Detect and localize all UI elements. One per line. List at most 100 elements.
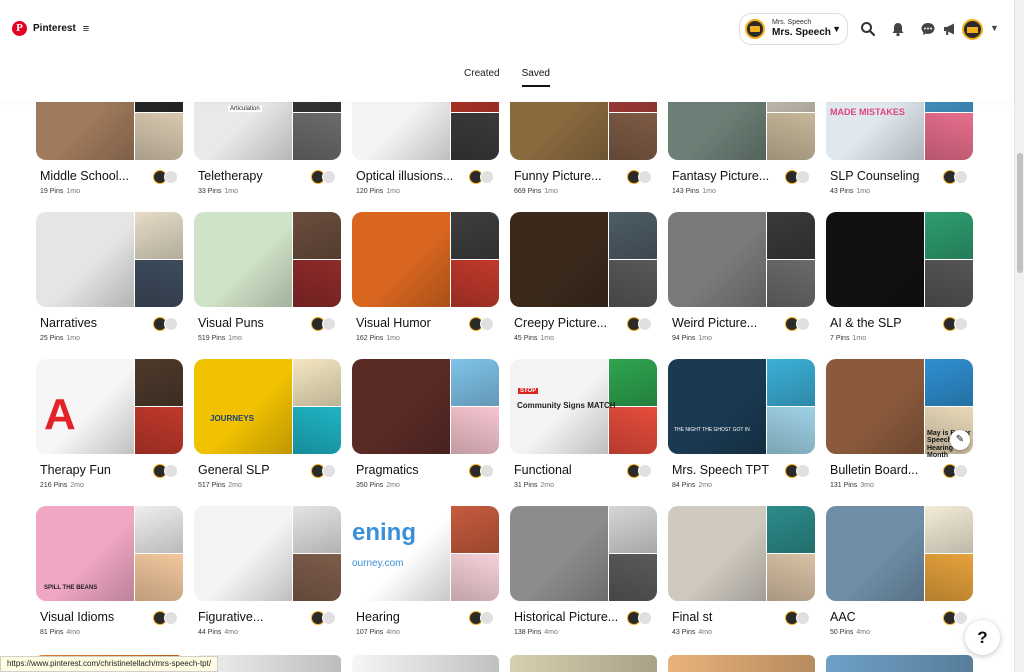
board-title[interactable]: Funny Picture... <box>514 169 632 183</box>
board-title[interactable]: Fantasy Picture... <box>672 169 790 183</box>
board-meta: 519 Pins 1mo <box>198 335 242 342</box>
board-title[interactable]: Functional <box>514 463 632 477</box>
board-cover[interactable] <box>668 359 815 454</box>
board-title[interactable]: Creepy Picture... <box>514 316 632 330</box>
collaborator-avatars <box>469 170 497 184</box>
user-avatar[interactable] <box>962 19 983 40</box>
collaborator-avatars <box>153 170 181 184</box>
cover-image-top <box>609 506 657 553</box>
board-meta: 25 Pins 1mo <box>40 335 80 342</box>
board-card[interactable]: Historical Picture... 138 Pins 4mo <box>510 506 657 636</box>
tab-created[interactable]: Created <box>464 68 500 87</box>
pin-count: 216 Pins <box>40 482 68 489</box>
board-cover[interactable] <box>826 212 973 307</box>
cover-image-main <box>194 212 292 307</box>
board-cover-peek[interactable] <box>352 655 499 672</box>
board-meta: 669 Pins 1mo <box>514 188 558 195</box>
pin-count: 31 Pins <box>514 482 538 489</box>
board-card[interactable]: General SLP 517 Pins 2mo <box>194 359 341 489</box>
pin-count: 94 Pins <box>672 335 696 342</box>
megaphone-icon[interactable] <box>941 20 959 38</box>
cover-image-bottom <box>135 113 183 160</box>
cover-image-top <box>609 212 657 259</box>
board-title[interactable]: Teletherapy <box>198 169 316 183</box>
board-title[interactable]: AAC <box>830 610 948 624</box>
board-cover[interactable] <box>352 212 499 307</box>
board-card[interactable]: Final st 43 Pins 4mo <box>668 506 815 636</box>
last-updated: 1mo <box>544 188 558 195</box>
collaborator-avatars <box>943 170 971 184</box>
collaborator-avatars <box>785 170 813 184</box>
board-cover[interactable] <box>194 212 341 307</box>
board-title[interactable]: Middle School... <box>40 169 158 183</box>
scrollbar[interactable] <box>1014 0 1024 672</box>
board-title[interactable]: Narratives <box>40 316 158 330</box>
board-title[interactable]: Visual Idioms <box>40 610 158 624</box>
messages-icon[interactable] <box>919 20 937 38</box>
tab-saved[interactable]: Saved <box>521 68 550 87</box>
cover-image-top <box>451 506 499 553</box>
board-title[interactable]: General SLP <box>198 463 316 477</box>
board-card[interactable]: AAC 50 Pins 4mo <box>826 506 973 636</box>
last-updated: 2mo <box>698 482 712 489</box>
cover-image-main <box>352 359 450 454</box>
board-card[interactable]: Creepy Picture... 45 Pins 1mo <box>510 212 657 342</box>
board-card[interactable]: Mrs. Speech TPT 84 Pins 2mo <box>668 359 815 489</box>
pencil-icon[interactable]: ✎ <box>950 430 970 450</box>
board-title[interactable]: Mrs. Speech TPT <box>672 463 790 477</box>
board-cover[interactable] <box>826 506 973 601</box>
board-card[interactable]: Pragmatics 350 Pins 2mo <box>352 359 499 489</box>
board-title[interactable]: Visual Humor <box>356 316 474 330</box>
board-cover-peek[interactable] <box>826 655 973 672</box>
board-title[interactable]: Pragmatics <box>356 463 474 477</box>
scrollbar-thumb[interactable] <box>1017 153 1023 273</box>
board-cover[interactable] <box>668 506 815 601</box>
board-title[interactable]: Weird Picture... <box>672 316 790 330</box>
cover-image-bottom <box>451 260 499 307</box>
board-cover-peek[interactable] <box>510 655 657 672</box>
board-title[interactable]: SLP Counseling <box>830 169 948 183</box>
board-title[interactable]: Figurative... <box>198 610 316 624</box>
cover-text: ening <box>352 519 416 546</box>
board-card[interactable]: Narratives 25 Pins 1mo <box>36 212 183 342</box>
board-cover[interactable] <box>510 506 657 601</box>
cover-image-main <box>510 212 608 307</box>
cover-image-main <box>510 506 608 601</box>
brand[interactable]: P Pinterest ≡ <box>12 21 89 36</box>
board-title[interactable]: AI & the SLP <box>830 316 948 330</box>
board-card[interactable]: Weird Picture... 94 Pins 1mo <box>668 212 815 342</box>
board-title[interactable]: Bulletin Board... <box>830 463 948 477</box>
board-cover[interactable] <box>194 506 341 601</box>
help-button[interactable]: ? <box>965 620 1000 655</box>
board-cover[interactable] <box>194 359 341 454</box>
cover-text: SPILL THE BEANS <box>44 585 98 591</box>
board-card[interactable]: Figurative... 44 Pins 4mo <box>194 506 341 636</box>
board-card[interactable]: AI & the SLP 7 Pins 1mo <box>826 212 973 342</box>
board-cover[interactable] <box>36 212 183 307</box>
board-title[interactable]: Final st <box>672 610 790 624</box>
board-card[interactable]: Visual Humor 162 Pins 1mo <box>352 212 499 342</box>
bell-icon[interactable] <box>889 20 907 38</box>
account-switcher[interactable]: Mrs. Speech Mrs. Speech ▼ <box>739 13 848 45</box>
pin-count: 517 Pins <box>198 482 226 489</box>
board-cover-peek[interactable] <box>668 655 815 672</box>
board-title[interactable]: Visual Puns <box>198 316 316 330</box>
account-chevron-icon[interactable]: ▼ <box>990 23 999 33</box>
collaborator-avatars <box>311 317 339 331</box>
menu-icon[interactable]: ≡ <box>83 23 89 35</box>
cover-text: Articulation <box>228 106 262 113</box>
cover-image-bottom <box>609 407 657 454</box>
board-meta: 84 Pins 2mo <box>672 482 712 489</box>
board-cover[interactable] <box>352 359 499 454</box>
board-cover[interactable] <box>668 212 815 307</box>
board-title[interactable]: Therapy Fun <box>40 463 158 477</box>
search-icon[interactable] <box>859 20 877 38</box>
board-title[interactable]: Historical Picture... <box>514 610 632 624</box>
pin-count: 669 Pins <box>514 188 542 195</box>
chevron-down-icon[interactable]: ▼ <box>832 24 841 34</box>
board-card[interactable]: Visual Puns 519 Pins 1mo <box>194 212 341 342</box>
board-cover[interactable] <box>510 212 657 307</box>
board-title[interactable]: Optical illusions... <box>356 169 474 183</box>
pin-count: 84 Pins <box>672 482 696 489</box>
board-title[interactable]: Hearing <box>356 610 474 624</box>
